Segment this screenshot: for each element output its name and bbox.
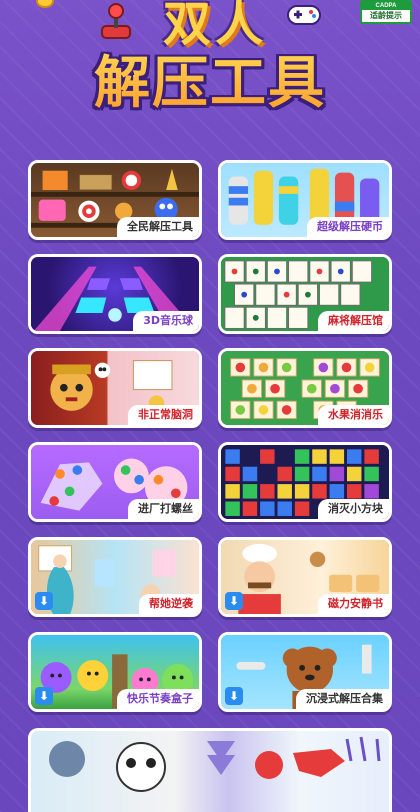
app-title-main: 解压工具 <box>64 36 356 120</box>
card-label: 消灭小方块 <box>318 499 389 519</box>
download-icon[interactable]: ⬇ <box>225 592 243 610</box>
game-card-block-pop[interactable]: 消灭小方块 <box>218 442 392 522</box>
card-label: 进厂打螺丝 <box>128 499 199 519</box>
download-icon[interactable]: ⬇ <box>35 592 53 610</box>
age-badge-label: 适龄提示 <box>370 11 402 20</box>
game-card-immersive[interactable]: ⬇ 沉浸式解压合集 <box>218 632 392 712</box>
card-label: 水果消消乐 <box>318 405 389 425</box>
card-label: 麻将解压馆 <box>318 311 389 331</box>
card-label: 全民解压工具 <box>117 217 199 237</box>
game-card-mahjong[interactable]: 麻将解压馆 <box>218 254 392 334</box>
card-label: 非正常脑洞 <box>128 405 199 425</box>
age-badge-brand: CADPA <box>362 2 410 10</box>
game-card-brain-hole[interactable]: 非正常脑洞 <box>28 348 202 428</box>
card-label: 3D音乐球 <box>133 311 199 331</box>
game-card-rhythm-box[interactable]: ⬇ 快乐节奏盒子 <box>28 632 202 712</box>
card-label: 超级解压硬币 <box>307 217 389 237</box>
game-card-quanmin[interactable]: 全民解压工具 <box>28 160 202 240</box>
game-card-magnetic-book[interactable]: ⬇ 磁力安静书 <box>218 537 392 617</box>
card-label: 快乐节奏盒子 <box>117 689 199 709</box>
coin-icon <box>36 0 54 8</box>
age-rating-badge[interactable]: CADPA 适龄提示 <box>360 0 412 24</box>
card-label: 磁力安静书 <box>318 594 389 614</box>
game-card-help-her[interactable]: ⬇ 帮她逆袭 <box>28 537 202 617</box>
game-card-screws[interactable]: 进厂打螺丝 <box>28 442 202 522</box>
card-label: 帮她逆袭 <box>139 594 199 614</box>
game-card-music-ball[interactable]: 3D音乐球 <box>28 254 202 334</box>
banner-art <box>49 736 381 792</box>
more-games-banner[interactable] <box>28 728 392 812</box>
game-card-coins[interactable]: 超级解压硬币 <box>218 160 392 240</box>
card-label: 沉浸式解压合集 <box>296 689 389 709</box>
game-card-fruit-match[interactable]: 水果消消乐 <box>218 348 392 428</box>
download-icon[interactable]: ⬇ <box>225 687 243 705</box>
download-icon[interactable]: ⬇ <box>35 687 53 705</box>
header-banner: 双人 解压工具 CADPA 适龄提示 <box>0 0 420 140</box>
